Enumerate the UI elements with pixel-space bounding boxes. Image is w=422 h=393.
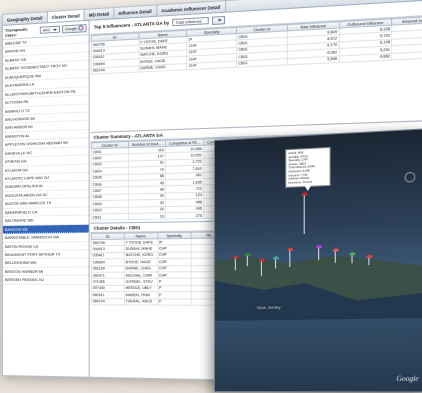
map-marker[interactable] <box>289 250 291 268</box>
table-cell: P <box>157 298 192 306</box>
table-cell: THERAL, RACE <box>124 298 158 305</box>
influence-metric-value: Total Influence <box>175 18 202 25</box>
top-influencers-grid: ID Name Specialty Cluster Id Total Influence… <box>90 14 422 133</box>
therapeutic-class-select[interactable]: ARC <box>39 25 60 34</box>
influence-metric-select[interactable]: Total Influence <box>172 16 209 27</box>
map-marker[interactable] <box>351 255 353 264</box>
chevron-down-icon <box>52 28 57 31</box>
table-cell: 270 <box>165 212 204 220</box>
map-marker[interactable] <box>303 195 306 235</box>
geography-list-item[interactable]: BENTON HARBOR MI <box>2 267 89 277</box>
map-marker[interactable] <box>275 259 277 269</box>
map-marker[interactable] <box>234 258 237 271</box>
geography-panel: Therapeutic Class: ARC Google ABILENE TX… <box>2 20 90 377</box>
map-marker[interactable] <box>260 261 263 276</box>
table-cell: CB01 <box>236 58 288 68</box>
table-cell: 066194 <box>91 298 125 305</box>
globe-icon <box>78 25 84 31</box>
table-cell: 4,882 <box>338 52 392 63</box>
table-cell: 5,546 <box>287 55 339 65</box>
google-map-button[interactable]: Google <box>61 23 87 34</box>
table-row[interactable]: 066194 THERAL, RACE P <box>91 298 226 306</box>
map-marker[interactable] <box>368 257 370 266</box>
table-cell: DARNE, CHAS <box>138 62 188 72</box>
influence-dropdown-button[interactable] <box>212 15 226 25</box>
therapeutic-class-label: Therapeutic Class: <box>4 25 28 38</box>
map-marker[interactable] <box>318 247 320 261</box>
table-cell: CHP <box>187 60 237 70</box>
tab-md-detail[interactable]: MD Detail <box>84 8 115 21</box>
google-button-label: Google <box>64 26 78 31</box>
table-cell: 19 <box>128 212 166 220</box>
popup-line: Directions: To here <box>288 179 313 185</box>
table-cell: 1,944 <box>391 50 422 60</box>
google-logo: Google <box>396 374 419 383</box>
geography-list-item[interactable]: BELLINGHAM WA <box>2 258 89 268</box>
map-region-label: New Jersey <box>256 304 281 311</box>
compass-icon[interactable] <box>404 171 416 183</box>
top-influencers-title: Top 5 Influencers - ATLANTA GA by <box>93 20 170 30</box>
map-marker[interactable] <box>246 256 249 267</box>
table-cell: 062194 <box>91 65 139 75</box>
therapeutic-class-value: ARC <box>42 27 51 33</box>
influencer-info-popup[interactable]: IGSOL PAN SAUIEE, FPCA Specialty: CHP Clust… <box>285 146 331 188</box>
map-view[interactable]: IGSOL PAN SAUIEE, FPCA Specialty: CHP Clust… <box>214 128 422 393</box>
geography-list: ABILENE TX AKRON OH ALBANY GA ALBANY SCHENE… <box>2 35 89 285</box>
cluster-details-grid: ID Name Specialty TR 960795 F YSTOE, DAFE IP 09… <box>91 231 227 306</box>
cluster-details-table: ID Name Specialty TR 960795 F YSTOE, DAFE IP 09… <box>91 231 227 306</box>
map-marker[interactable] <box>334 251 337 263</box>
table-cell: CB11 <box>91 213 129 221</box>
chevron-down-icon <box>217 18 222 22</box>
geography-list-item[interactable]: BERGEN PASSAIC NJ <box>2 276 89 285</box>
